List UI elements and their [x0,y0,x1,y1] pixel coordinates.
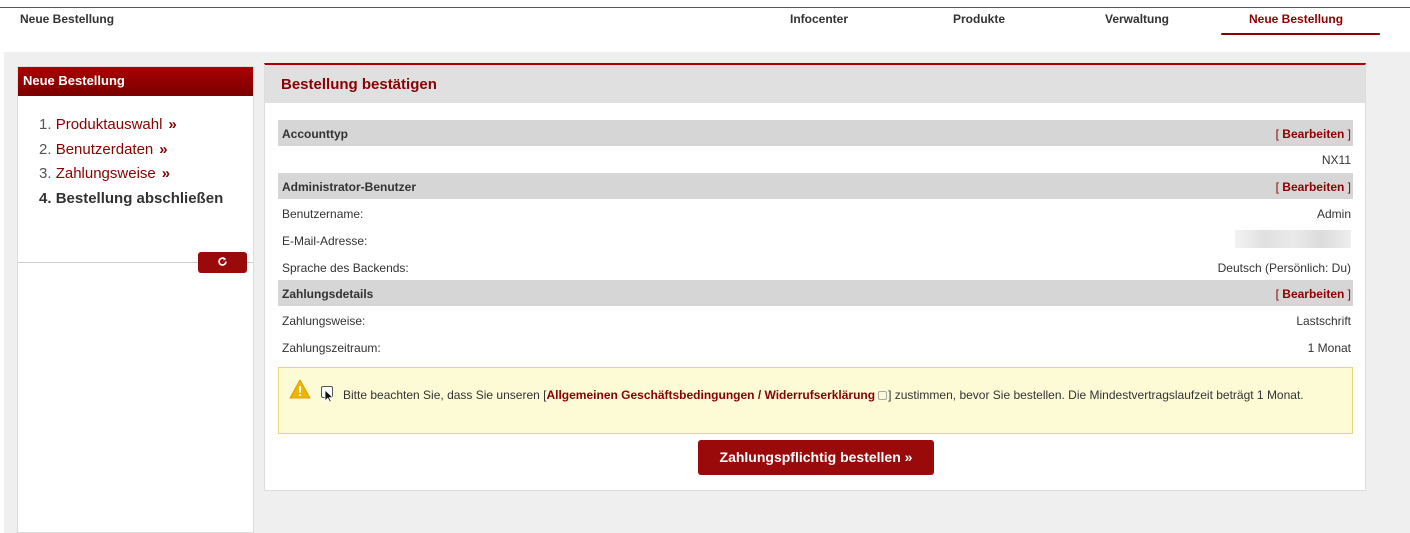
edit-accounttyp-link[interactable]: [ Bearbeiten ] [1276,127,1351,141]
step-number: 4. [39,189,52,207]
step-list-box: 1. Produktauswahl » 2. Benutzerdaten » 3. … [18,96,253,273]
step-number: 1. [39,116,52,133]
step-link-benutzerdaten[interactable]: Benutzerdaten [56,141,154,158]
step-arrow: » [168,116,177,133]
refresh-icon [218,257,227,266]
panel-title: Bestellung bestätigen [265,65,1365,103]
section-zahlungsdetails: Zahlungsdetails [ Bearbeiten ] [278,280,1353,306]
sidebar: Neue Bestellung 1. Produktauswahl » 2. Be… [17,66,254,533]
edit-label[interactable]: Bearbeiten [1282,287,1344,301]
notice-text: Bitte beachten Sie, dass Sie unseren [Al… [289,385,1339,406]
row-value: Lastschrift [1296,314,1351,328]
nav-infocenter[interactable]: Infocenter [790,12,848,26]
order-steps: 1. Produktauswahl » 2. Benutzerdaten » 3. … [18,96,253,211]
nav-neue-bestellung[interactable]: Neue Bestellung [1249,12,1343,26]
nav-verwaltung[interactable]: Verwaltung [1105,12,1169,26]
section-title: Accounttyp [282,127,348,141]
section-title: Zahlungsdetails [282,287,374,301]
account-value-row: NX11 [278,146,1353,172]
edit-label[interactable]: Bearbeiten [1282,180,1344,194]
step-number: 2. [39,140,52,158]
confirm-order-panel: Bestellung bestätigen Accounttyp [ Bearb… [264,63,1366,491]
top-navigation: Neue Bestellung Infocenter Produkte Verw… [0,8,1410,38]
mouse-cursor-icon [324,389,334,403]
order-submit-button[interactable]: Zahlungspflichtig bestellen » [698,440,934,475]
row-label: Benutzername: [282,207,364,221]
terms-notice: Bitte beachten Sie, dass Sie unseren [Al… [278,367,1353,434]
step-arrow: » [161,165,171,182]
refresh-button[interactable] [198,252,247,273]
email-value-redacted [1235,230,1351,251]
table-row: Zahlungsweise: Lastschrift [278,307,1353,333]
external-link-icon [878,391,888,400]
step-link-zahlungsweise[interactable]: Zahlungsweise [56,165,156,182]
row-label: Zahlungsweise: [282,314,366,328]
step-label-current: Bestellung abschließen [55,189,224,207]
step-number: 3. [39,165,52,182]
step-link-produktauswahl[interactable]: Produktauswahl [56,116,163,133]
app-title: Neue Bestellung [20,12,115,26]
step-produktauswahl[interactable]: 1. Produktauswahl » [39,113,253,138]
step-benutzerdaten[interactable]: 2. Benutzerdaten » [39,138,253,163]
section-accounttyp: Accounttyp [ Bearbeiten ] [278,120,1353,146]
row-value: 1 Monat [1307,341,1351,355]
section-title: Administrator-Benutzer [282,180,417,194]
step-arrow: » [159,140,168,158]
edit-label[interactable]: Bearbeiten [1282,127,1344,141]
step-bestellung-abschliessen: 4. Bestellung abschließen [39,187,253,212]
nav-produkte[interactable]: Produkte [953,12,1005,26]
redacted-email [1235,230,1351,248]
table-row: Sprache des Backends: Deutsch (Persönlic… [278,254,1353,280]
account-type-value: NX11 [1321,153,1351,167]
step-zahlungsweise[interactable]: 3. Zahlungsweise » [39,162,253,187]
table-row: Zahlungszeitraum: 1 Monat [278,334,1353,360]
table-row: Benutzername: Admin [278,200,1353,226]
notice-text-end: ] zustimmen, bevor Sie bestellen. Die Mi… [888,388,1304,402]
row-value: Admin [1316,207,1351,221]
agb-link[interactable]: Allgemeinen Geschäftsbedingungen / Wider… [546,388,875,402]
edit-zahlungsdetails-link[interactable]: [ Bearbeiten ] [1276,287,1351,301]
sidebar-title: Neue Bestellung [18,67,253,96]
edit-administrator-link[interactable]: [ Bearbeiten ] [1276,180,1351,194]
row-value: Deutsch (Persönlich: Du) [1217,261,1351,275]
row-label: Sprache des Backends: [282,261,409,275]
notice-text-start: Bitte beachten Sie, dass Sie unseren [ [343,388,547,402]
active-nav-indicator [1221,33,1380,35]
row-label: E-Mail-Adresse: [282,234,368,248]
row-label: Zahlungszeitraum: [282,341,381,355]
section-administrator: Administrator-Benutzer [ Bearbeiten ] [278,173,1353,199]
table-row: E-Mail-Adresse: [278,227,1353,253]
